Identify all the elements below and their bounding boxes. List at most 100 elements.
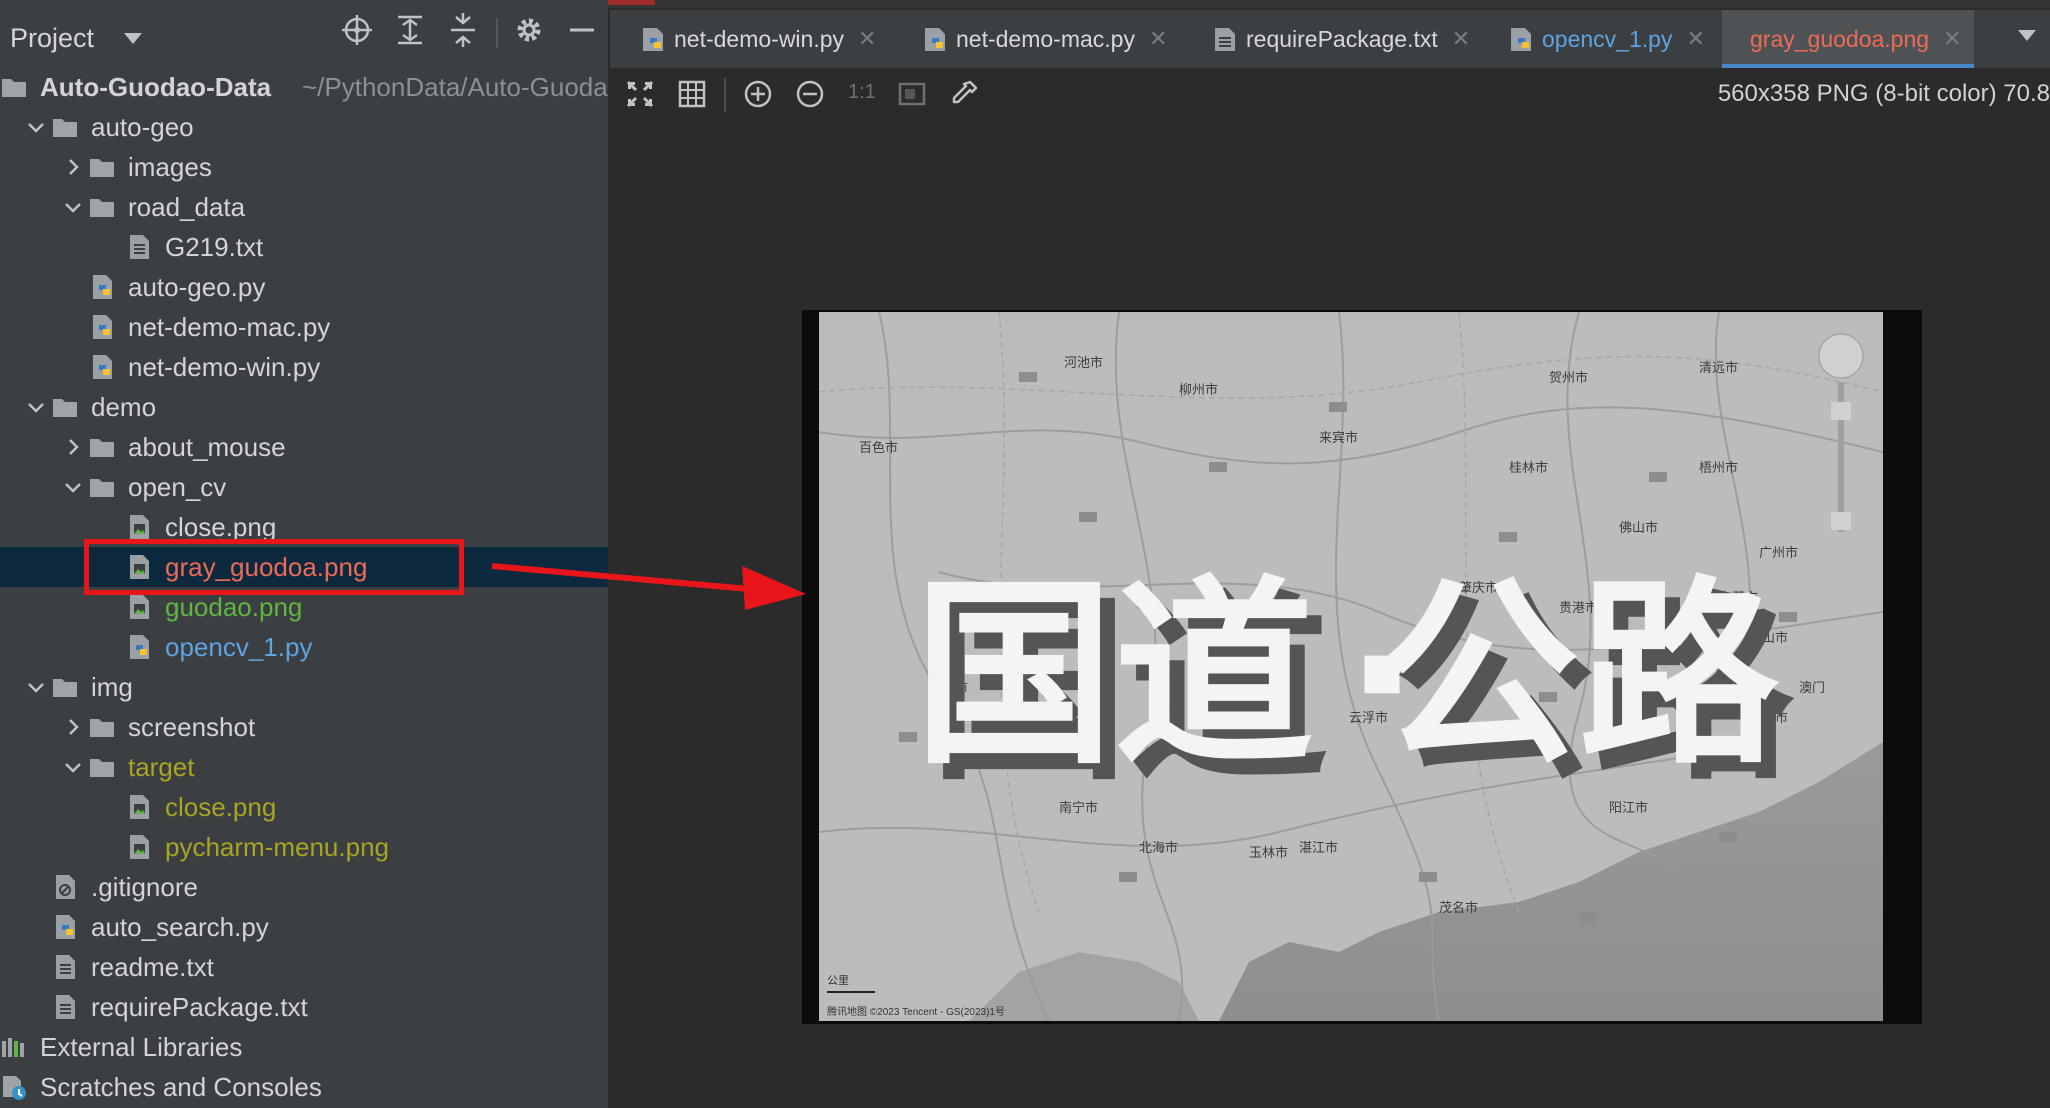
chevron-down-icon[interactable] bbox=[124, 32, 143, 44]
grid-icon[interactable] bbox=[676, 78, 708, 110]
tree-item-label: net-demo-mac.py bbox=[128, 312, 331, 342]
tree-item-auto-search-py[interactable]: auto_search.py bbox=[0, 907, 608, 947]
tab-label: net-demo-win.py bbox=[674, 25, 845, 52]
project-view-title[interactable]: Project bbox=[10, 23, 94, 54]
tree-item-label: auto_search.py bbox=[91, 912, 269, 942]
image-viewer-toolbar: 1:1 560x358 PNG (8-bit color) 70.8 bbox=[610, 68, 2050, 122]
close-icon[interactable]: ✕ bbox=[1452, 26, 1470, 52]
tree-item-img[interactable]: img bbox=[0, 667, 608, 707]
close-icon[interactable]: ✕ bbox=[1149, 26, 1167, 52]
gear-icon[interactable] bbox=[512, 13, 546, 47]
actual-size-icon[interactable]: 1:1 bbox=[848, 81, 876, 104]
close-icon[interactable]: ✕ bbox=[858, 26, 876, 52]
map-city-label: 桂林市 bbox=[1509, 460, 1548, 476]
annotation-highlight-box bbox=[84, 539, 464, 595]
locate-icon[interactable] bbox=[340, 13, 374, 47]
chevron-down-icon[interactable] bbox=[58, 187, 88, 227]
tree-item-pycharm-menu-png[interactable]: pycharm-menu.png bbox=[0, 827, 608, 867]
color-picker-icon[interactable] bbox=[948, 78, 980, 110]
chevron-down-icon[interactable] bbox=[21, 667, 51, 707]
map-city-label: 清远市 bbox=[1699, 360, 1738, 376]
editor-tab-bar: net-demo-win.py ✕ net-demo-mac.py ✕ requ… bbox=[610, 10, 2050, 69]
tree-item-label: net-demo-win.py bbox=[128, 352, 321, 382]
folder-icon bbox=[2, 79, 26, 97]
tree-item-road-data[interactable]: road_data bbox=[0, 187, 608, 227]
tab-gray-guodoa[interactable]: gray_guodoa.png ✕ bbox=[1722, 10, 1974, 68]
tree-item-images[interactable]: images bbox=[0, 147, 608, 187]
tab-label: opencv_1.py bbox=[1542, 25, 1673, 52]
tree-item-auto-geo-py[interactable]: auto-geo.py bbox=[0, 267, 608, 307]
python-file-icon bbox=[130, 635, 149, 659]
tree-item-label: Scratches and Consoles bbox=[40, 1072, 322, 1102]
tree-item-scratches-and-consoles[interactable]: Scratches and Consoles bbox=[0, 1067, 608, 1107]
python-file-icon bbox=[93, 315, 112, 339]
chevron-down-icon[interactable] bbox=[21, 387, 51, 427]
tree-item-label: demo bbox=[91, 392, 157, 422]
tree-item-gitignore[interactable]: .gitignore bbox=[0, 867, 608, 907]
tree-item-path-hint: ~/PythonData/Auto-Guoda bbox=[302, 72, 608, 102]
tree-item-label: screenshot bbox=[128, 712, 256, 742]
tree-item-demo[interactable]: demo bbox=[0, 387, 608, 427]
tree-item-screenshot[interactable]: screenshot bbox=[0, 707, 608, 747]
chevron-down-icon[interactable] bbox=[21, 107, 51, 147]
text-file-icon bbox=[1215, 28, 1235, 51]
tab-net-demo-mac[interactable]: net-demo-mac.py ✕ bbox=[922, 10, 1167, 68]
folder-icon bbox=[90, 719, 114, 737]
tabs-dropdown-chevron-icon[interactable] bbox=[2018, 30, 2036, 41]
text-file-icon bbox=[130, 235, 149, 259]
tree-item-auto-guodao-data[interactable]: Auto-Guodao-Data ~/PythonData/Auto-Guoda bbox=[0, 67, 608, 107]
python-file-icon bbox=[93, 355, 112, 379]
tree-item-readme-txt[interactable]: readme.txt bbox=[0, 947, 608, 987]
scratches-icon bbox=[3, 1076, 26, 1100]
text-file-icon bbox=[56, 995, 75, 1019]
chevron-right-icon[interactable] bbox=[58, 147, 88, 187]
folder-icon bbox=[90, 479, 114, 497]
tree-item-label: close.png bbox=[165, 792, 277, 822]
chevron-right-icon[interactable] bbox=[58, 427, 88, 467]
map-copyright: 腾讯地图 ©2023 Tencent - GS(2023)1号 bbox=[827, 1005, 1005, 1018]
tree-item-net-demo-win-py[interactable]: net-demo-win.py bbox=[0, 347, 608, 387]
close-icon[interactable]: ✕ bbox=[1686, 26, 1704, 52]
tree-item-label: open_cv bbox=[128, 472, 227, 502]
map-city-label: 玉林市 bbox=[1249, 845, 1288, 861]
collapse-all-icon[interactable] bbox=[446, 13, 480, 47]
image-file-icon bbox=[130, 515, 149, 539]
chevron-right-icon[interactable] bbox=[58, 707, 88, 747]
tree-item-target[interactable]: target bbox=[0, 747, 608, 787]
python-file-icon bbox=[1511, 28, 1531, 51]
expand-all-icon[interactable] bbox=[393, 13, 427, 47]
zoom-in-icon[interactable] bbox=[742, 78, 774, 110]
tree-item-net-demo-mac-py[interactable]: net-demo-mac.py bbox=[0, 307, 608, 347]
close-icon[interactable]: ✕ bbox=[1943, 26, 1961, 52]
image-info-label: 560x358 PNG (8-bit color) 70.8 bbox=[1717, 80, 2050, 107]
fit-to-screen-icon[interactable] bbox=[624, 78, 656, 110]
map-city-label: 柳州市 bbox=[1179, 382, 1218, 398]
folder-icon bbox=[53, 119, 77, 137]
tree-item-label: requirePackage.txt bbox=[91, 992, 308, 1022]
chevron-down-icon[interactable] bbox=[58, 467, 88, 507]
tree-item-label: pycharm-menu.png bbox=[165, 832, 389, 862]
zoom-out-icon[interactable] bbox=[794, 78, 826, 110]
tree-item-g219-txt[interactable]: G219.txt bbox=[0, 227, 608, 267]
tree-item-open-cv[interactable]: open_cv bbox=[0, 467, 608, 507]
image-file-icon bbox=[130, 795, 149, 819]
map-city-label: 百色市 bbox=[859, 440, 898, 456]
minimize-icon[interactable] bbox=[565, 13, 599, 47]
tree-item-close-png[interactable]: close.png bbox=[0, 787, 608, 827]
background-toggle-icon[interactable] bbox=[896, 78, 928, 110]
tree-item-external-libraries[interactable]: External Libraries bbox=[0, 1027, 608, 1067]
tab-requirepackage[interactable]: requirePackage.txt ✕ bbox=[1212, 10, 1470, 68]
map-city-label: 湛江市 bbox=[1299, 840, 1338, 856]
tab-net-demo-win[interactable]: net-demo-win.py ✕ bbox=[640, 10, 876, 68]
tab-opencv-1[interactable]: opencv_1.py ✕ bbox=[1508, 10, 1705, 68]
tree-item-opencv-1-py[interactable]: opencv_1.py bbox=[0, 627, 608, 667]
overlay-text-left: 国道 bbox=[914, 559, 1314, 792]
folder-icon bbox=[53, 679, 77, 697]
tree-item-label: auto-geo bbox=[91, 112, 194, 142]
tree-item-auto-geo[interactable]: auto-geo bbox=[0, 107, 608, 147]
chevron-down-icon[interactable] bbox=[58, 747, 88, 787]
tree-item-about-mouse[interactable]: about_mouse bbox=[0, 427, 608, 467]
tab-label: gray_guodoa.png bbox=[1750, 25, 1930, 52]
tree-item-label: G219.txt bbox=[165, 232, 264, 262]
tree-item-requirepackage-txt[interactable]: requirePackage.txt bbox=[0, 987, 608, 1027]
